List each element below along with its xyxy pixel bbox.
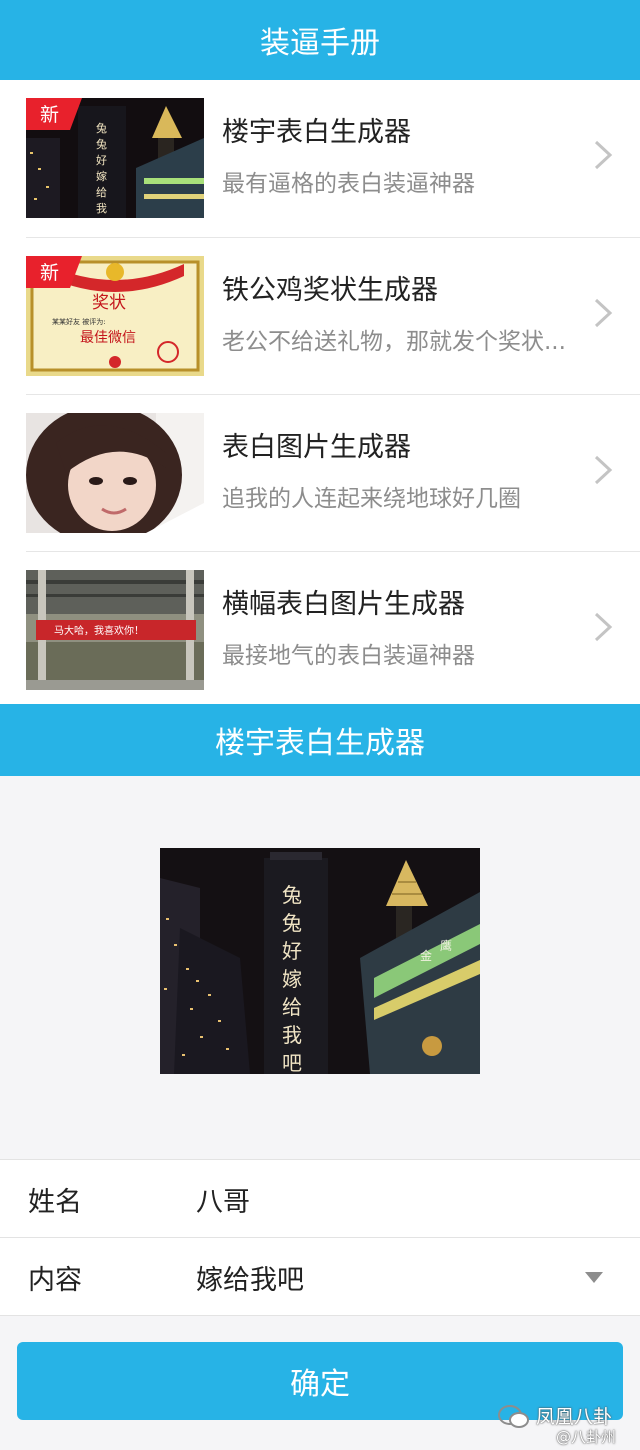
list-item-banner[interactable]: 马大哈，我喜欢你！ 横幅表白图片生成器 最接地气的表白装逼神器	[0, 552, 640, 708]
item-title: 横幅表白图片生成器	[222, 589, 465, 620]
item-title: 铁公鸡奖状生成器	[222, 275, 438, 306]
item-description: 老公不给送礼物，那就发个奖状...	[222, 329, 566, 355]
item-description: 最有逼格的表白装逼神器	[222, 171, 475, 197]
name-input[interactable]	[190, 1172, 590, 1226]
chevron-right-icon	[594, 140, 613, 170]
svg-text:我: 我	[96, 202, 107, 215]
chevron-right-icon	[594, 298, 613, 328]
list-item-confession-picture[interactable]: 表白图片生成器 追我的人连起来绕地球好几圈	[0, 395, 640, 551]
app-header: 装逼手册	[0, 0, 640, 80]
banner-thumbnail: 马大哈，我喜欢你！	[26, 570, 204, 690]
page-title: 装逼手册	[260, 26, 380, 61]
content-label: 内容	[28, 1265, 82, 1296]
form-divider	[0, 1315, 640, 1316]
building-night-thumbnail: 兔兔好 嫁给我 新	[26, 98, 204, 218]
svg-text:好: 好	[282, 939, 302, 963]
list-item-building-confession[interactable]: 兔兔好 嫁给我 新 楼宇表白生成器 最有逼格的表白装逼神器	[0, 80, 640, 236]
svg-text:嫁: 嫁	[96, 169, 107, 183]
dropdown-arrow-icon[interactable]	[585, 1272, 603, 1283]
section-title: 楼宇表白生成器	[215, 726, 425, 761]
svg-text:某某好友 被评为:: 某某好友 被评为:	[52, 317, 106, 326]
svg-text:给: 给	[282, 995, 302, 1019]
section-header: 楼宇表白生成器	[0, 704, 640, 776]
svg-text:给: 给	[96, 186, 107, 199]
list-item-certificate[interactable]: 奖状 某某好友 被评为: 最佳微信 新 铁公鸡奖状生成器 老公不给送礼物，那就发…	[0, 238, 640, 394]
svg-text:兔: 兔	[282, 883, 302, 907]
new-badge: 新	[26, 98, 82, 130]
svg-text:奖状: 奖状	[92, 293, 126, 313]
svg-text:兔: 兔	[96, 137, 107, 151]
item-title: 表白图片生成器	[222, 432, 411, 463]
wechat-icon	[498, 1405, 529, 1428]
svg-text:鹰: 鹰	[440, 938, 452, 953]
content-select[interactable]: 嫁给我吧	[196, 1258, 304, 1297]
svg-text:最佳微信: 最佳微信	[80, 330, 136, 346]
item-description: 追我的人连起来绕地球好几圈	[222, 486, 521, 512]
svg-text:兔: 兔	[96, 121, 107, 135]
new-badge: 新	[26, 256, 82, 288]
vertical-text: 兔 兔 好 嫁 给 我 吧	[282, 883, 302, 1074]
generator-list: 兔兔好 嫁给我 新 楼宇表白生成器 最有逼格的表白装逼神器 奖状 某某好友 被评…	[0, 80, 640, 706]
watermark-sub: @八卦州	[556, 1428, 617, 1446]
item-description: 最接地气的表白装逼神器	[222, 643, 475, 669]
svg-text:好: 好	[96, 153, 107, 167]
svg-text:吧: 吧	[282, 1051, 302, 1074]
svg-text:嫁: 嫁	[282, 967, 302, 991]
building-night-preview-image: 兔 兔 好 嫁 给 我 吧 金鹰	[160, 848, 480, 1074]
name-row: 姓名	[0, 1160, 640, 1238]
chevron-right-icon	[594, 455, 613, 485]
svg-text:兔: 兔	[282, 911, 302, 935]
item-title: 楼宇表白生成器	[222, 117, 411, 148]
certificate-thumbnail: 奖状 某某好友 被评为: 最佳微信 新	[26, 256, 204, 376]
preview-area: 兔 兔 好 嫁 给 我 吧 金鹰	[0, 776, 640, 1160]
svg-text:我: 我	[282, 1023, 302, 1047]
name-label: 姓名	[28, 1187, 82, 1218]
content-row[interactable]: 内容 嫁给我吧	[0, 1238, 640, 1316]
svg-text:马大哈，我喜欢你！: 马大哈，我喜欢你！	[54, 624, 144, 637]
watermark-text: 凤凰八卦	[536, 1406, 613, 1428]
svg-text:金: 金	[420, 948, 432, 963]
portrait-thumbnail	[26, 413, 204, 533]
watermark: 凤凰八卦 @八卦州	[498, 1402, 640, 1450]
chevron-right-icon	[594, 612, 613, 642]
